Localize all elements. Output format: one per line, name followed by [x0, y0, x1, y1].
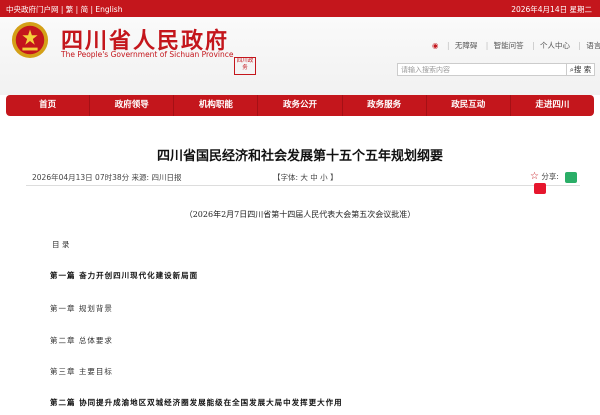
smart-qa-link[interactable]: 智能问答	[494, 41, 524, 50]
search-input[interactable]: 请输入搜索内容	[397, 63, 567, 76]
toc-part-1: 第一篇 奋力开创四川现代化建设新局面	[50, 271, 199, 280]
top-date: 2026年4月14日 星期二	[511, 5, 592, 14]
nav-services[interactable]: 政务服务	[343, 95, 427, 116]
toc-chapter-1: 第一章 规划背景	[50, 304, 113, 313]
share-label: 分享:	[541, 172, 559, 181]
font-size-control[interactable]: 【字体: 大 中 小 】	[273, 172, 338, 183]
nav-functions[interactable]: 机构职能	[174, 95, 259, 116]
accessible-link[interactable]: 无障碍	[455, 41, 478, 50]
location-icon: ◉	[432, 41, 439, 50]
personal-center-link[interactable]: 个人中心	[540, 41, 570, 50]
seal-logo: 四川政务	[234, 57, 256, 75]
search-button[interactable]: ⌕搜 索	[567, 63, 595, 76]
toc-part-2: 第二篇 协同提升成渝地区双城经济圈发展能级在全国发展大局中发挥更大作用	[50, 398, 343, 407]
nav-open-affairs[interactable]: 政务公开	[258, 95, 343, 116]
toc-chapter-3: 第三章 主要目标	[50, 367, 113, 376]
nav-home[interactable]: 首页	[6, 95, 91, 116]
article-date-source: 2026年04月13日 07时38分 来源: 四川日报	[32, 173, 182, 182]
language-link[interactable]: 语言版	[586, 41, 600, 50]
nav-interaction[interactable]: 政民互动	[427, 95, 511, 116]
toc-chapter-2: 第二章 总体要求	[50, 336, 113, 345]
nav-sichuan[interactable]: 走进四川	[511, 95, 594, 116]
share-bar: ☆ 分享:	[530, 171, 580, 194]
top-links[interactable]: 中央政府门户网 | 繁 | 简 | English	[6, 4, 122, 15]
main-nav: 首页 政府领导 机构职能 政务公开 政务服务 政民互动 走进四川	[6, 95, 594, 116]
national-emblem-icon	[11, 21, 49, 59]
star-icon[interactable]: ☆	[530, 171, 539, 182]
utility-links: ◉ | 无障碍 | 智能问答 | 个人中心 | 语言版	[432, 40, 600, 51]
toc-heading: 目 录	[52, 240, 70, 249]
article-meta: 2026年04月13日 07时38分 来源: 四川日报 【字体: 大 中 小 】…	[26, 167, 580, 194]
top-bar: 中央政府门户网 | 繁 | 简 | English 2026年4月14日 星期二	[0, 0, 600, 17]
wechat-icon[interactable]	[565, 171, 578, 183]
approval-note: （2026年2月7日四川省第十四届人民代表大会第五次会议批准）	[184, 210, 416, 219]
article-title: 四川省国民经济和社会发展第十五个五年规划纲要	[156, 149, 443, 164]
site-subtitle: The People's Government of Sichuan Provi…	[61, 50, 234, 59]
weibo-icon[interactable]	[534, 182, 546, 194]
nav-leaders[interactable]: 政府领导	[90, 95, 175, 116]
